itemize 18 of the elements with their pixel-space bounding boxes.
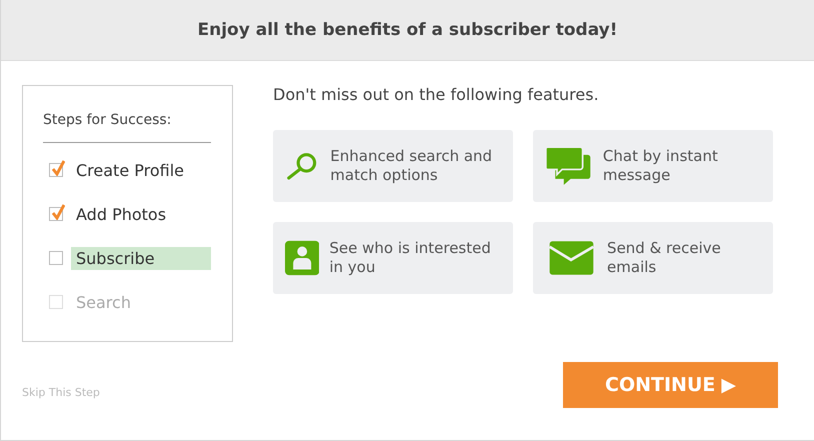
steps-title: Steps for Success: bbox=[43, 112, 211, 143]
header-title: Enjoy all the benefits of a subscriber today! bbox=[198, 20, 618, 40]
checkbox[interactable] bbox=[49, 207, 63, 221]
feature-label: Chat by instant message bbox=[602, 147, 719, 185]
step-label: Add Photos bbox=[75, 204, 168, 226]
checkbox[interactable] bbox=[49, 163, 63, 177]
feature-label: Send & receive emails bbox=[607, 239, 722, 277]
step-label: Search bbox=[75, 292, 132, 314]
features-heading: Don't miss out on the following features. bbox=[273, 85, 600, 104]
check-icon bbox=[51, 160, 65, 176]
check-icon bbox=[51, 204, 65, 220]
step-label: Subscribe bbox=[71, 246, 211, 270]
feature-label: See who is interested in you bbox=[329, 239, 492, 277]
continue-button[interactable]: CONTINUE ▶ bbox=[563, 362, 778, 408]
step-label: Create Profile bbox=[75, 160, 185, 182]
feature-label: Enhanced search and match options bbox=[330, 147, 494, 185]
checkbox[interactable] bbox=[49, 251, 63, 265]
skip-link[interactable]: Skip This Step bbox=[22, 386, 100, 399]
